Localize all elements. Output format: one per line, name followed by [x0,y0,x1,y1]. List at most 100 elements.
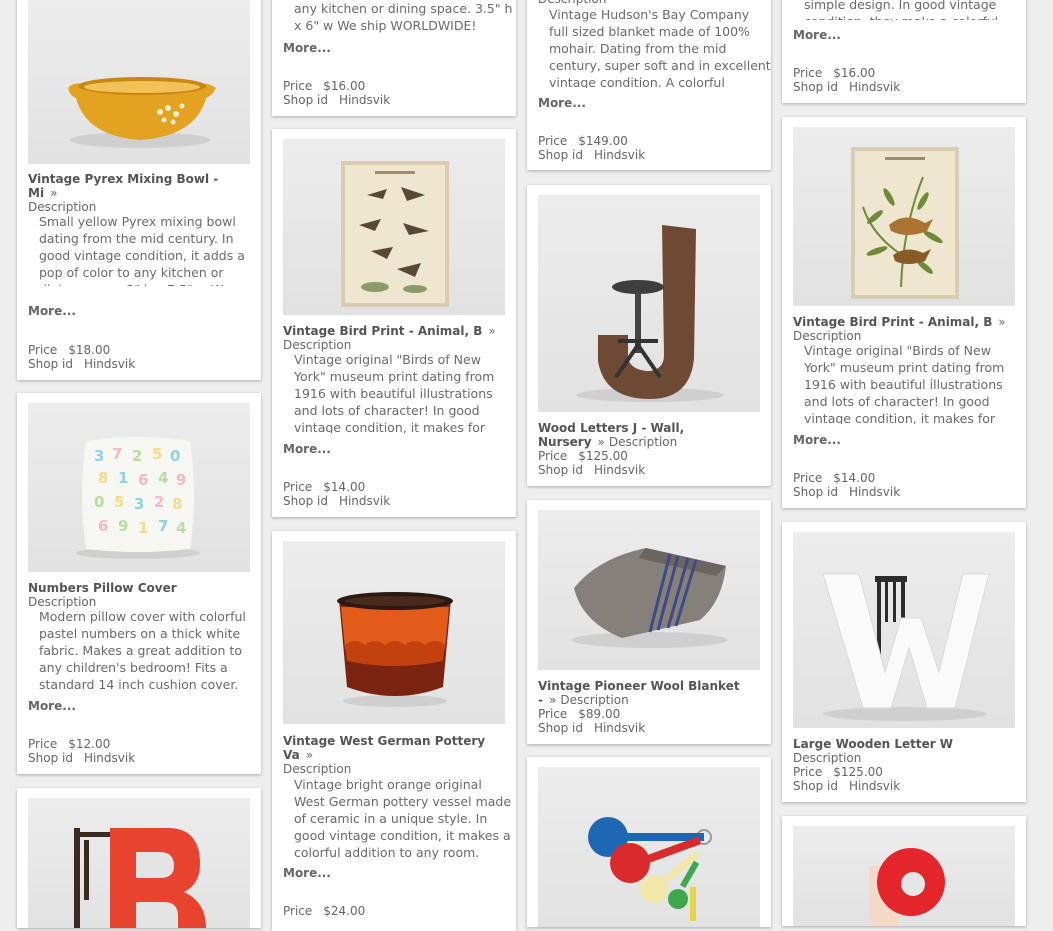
product-card[interactable] [782,816,1026,926]
more-link[interactable]: More... [283,866,331,880]
product-card[interactable] [527,757,771,927]
orange-pottery-icon [337,592,453,707]
description-label: Description [793,751,862,765]
price-row: Price $16.00 [283,79,366,93]
product-description: Modern pillow cover with colorful pastel… [39,609,246,692]
number-pillow-icon: 37250 81649 05328 69174 [76,437,200,559]
product-image[interactable] [538,510,760,670]
expand-arrow[interactable]: » [998,315,1005,329]
more-link[interactable]: More... [283,41,331,55]
svg-text:8: 8 [98,469,108,487]
shop-row: Shop id Hindsvik [28,357,136,371]
svg-text:9: 9 [118,517,128,535]
svg-text:8: 8 [172,495,182,513]
svg-text:6: 6 [138,471,148,489]
product-description: any kitchen or dining space. 3.5" h x 6"… [294,1,513,33]
svg-text:3: 3 [134,495,144,513]
svg-text:6: 6 [98,517,108,535]
shop-row: Shop id Hindsvik [538,148,646,162]
svg-text:5: 5 [114,493,124,511]
product-card[interactable]: 37250 81649 05328 69174 Numbers Pillow C… [17,393,261,774]
more-link[interactable]: More... [793,28,841,42]
price-row: Price $14.00 [793,471,876,485]
product-title[interactable]: Vintage West German Pottery Va» [283,734,505,762]
product-card[interactable]: Vintage Pyrex Mixing Bowl - Mi» Descript… [17,0,261,380]
more-link[interactable]: More... [538,96,586,110]
product-title[interactable]: Wood Letters J - Wall, Nursery» Descripti… [538,421,698,449]
product-description: Vintage Hudson's Bay Company full sized … [549,7,771,88]
product-description: Vintage original "Birds of New York" mus… [804,343,1005,424]
product-image[interactable] [283,541,505,724]
description-label: Description [28,595,97,609]
product-image[interactable]: 37250 81649 05328 69174 [28,403,250,572]
product-card[interactable]: Vintage Bird Print - Animal, B» Descript… [272,129,516,517]
description-label: Description [560,693,629,707]
product-card[interactable]: Vintage Bird Print - Animal, B» Descript… [782,117,1026,508]
product-image[interactable] [793,826,1015,926]
svg-text:2: 2 [132,447,142,465]
expand-arrow[interactable]: » [549,693,556,707]
product-title[interactable]: Numbers Pillow Cover [28,581,250,595]
bird-print-icon [851,147,959,299]
shop-row: Shop id Hindsvik [793,80,901,94]
shop-row: Shop id Hindsvik [793,779,901,793]
price-row: Price $125.00 [793,765,883,779]
svg-text:3: 3 [94,447,104,465]
product-image[interactable] [793,532,1015,728]
yellow-bowl-icon [68,77,216,148]
folded-blanket-icon [572,548,728,648]
expand-arrow[interactable]: » [598,435,605,449]
product-title[interactable]: Large Wooden Letter W [793,737,1015,751]
wooden-letter-w-icon [822,573,990,721]
expand-arrow[interactable]: » [306,748,313,762]
more-link[interactable]: More... [28,699,76,713]
product-card[interactable]: Large Wooden Letter W Description Price $… [782,522,1026,802]
product-card[interactable]: Vintage West German Pottery Va» Descript… [272,531,516,931]
price-row: Price $89.00 [538,707,621,721]
product-image[interactable] [283,139,505,315]
shop-row: Shop id Hindsvik [538,721,646,735]
more-link[interactable]: More... [283,442,331,456]
description-label: Description [793,329,862,343]
svg-text:2: 2 [154,493,164,511]
more-link[interactable]: More... [28,304,76,318]
product-description: simple design. In good vintage condition… [804,0,998,20]
product-description: Vintage bright orange original West Germ… [294,777,512,860]
description-label: Description [608,435,678,449]
product-card[interactable]: Vintage Pioneer Wool Blanket -» Descripti… [527,500,771,744]
product-card[interactable]: any kitchen or dining space. 3.5" h x 6"… [272,0,516,116]
product-description: Vintage original "Birds of New York" mus… [294,352,495,433]
product-card[interactable]: Description Vintage Hudson's Bay Company… [527,0,771,170]
product-card[interactable]: Wood Letters J - Wall, Nursery» Descripti… [527,185,771,486]
more-link[interactable]: More... [793,433,841,447]
product-title[interactable]: Vintage Bird Print - Animal, B» [283,324,505,338]
svg-text:7: 7 [112,445,122,463]
expand-arrow[interactable]: » [488,324,495,338]
product-description: Small yellow Pyrex mixing bowl dating fr… [39,214,245,286]
product-title[interactable]: Vintage Bird Print - Animal, B» [793,315,1015,329]
price-row: Price $125.00 [538,449,628,463]
product-image[interactable] [538,195,760,412]
expand-arrow[interactable]: » [50,186,57,200]
shop-row: Shop id Hindsvik [538,463,646,477]
product-image[interactable] [538,767,760,927]
shop-row: Shop id Hindsvik [793,485,901,499]
product-title[interactable]: Vintage Pyrex Mixing Bowl - Mi» [28,172,250,200]
svg-text:1: 1 [138,519,148,537]
shop-row: Shop id Hindsvik [283,93,391,107]
red-letter-icon [869,848,945,926]
product-card[interactable]: simple design. In good vintage condition… [782,0,1026,103]
svg-text:0: 0 [94,493,104,511]
svg-text:9: 9 [176,471,186,489]
product-image[interactable] [793,127,1015,306]
svg-text:4: 4 [176,519,186,537]
product-card[interactable] [17,788,261,928]
price-row: Price $24.00 [283,904,366,918]
price-row: Price $14.00 [283,480,366,494]
svg-text:7: 7 [158,517,168,535]
product-image[interactable] [28,0,250,164]
product-title[interactable]: Vintage Pioneer Wool Blanket -» Descripti… [538,679,760,707]
svg-text:0: 0 [170,447,180,465]
product-image[interactable] [28,798,250,928]
bird-print-icon [341,161,449,307]
